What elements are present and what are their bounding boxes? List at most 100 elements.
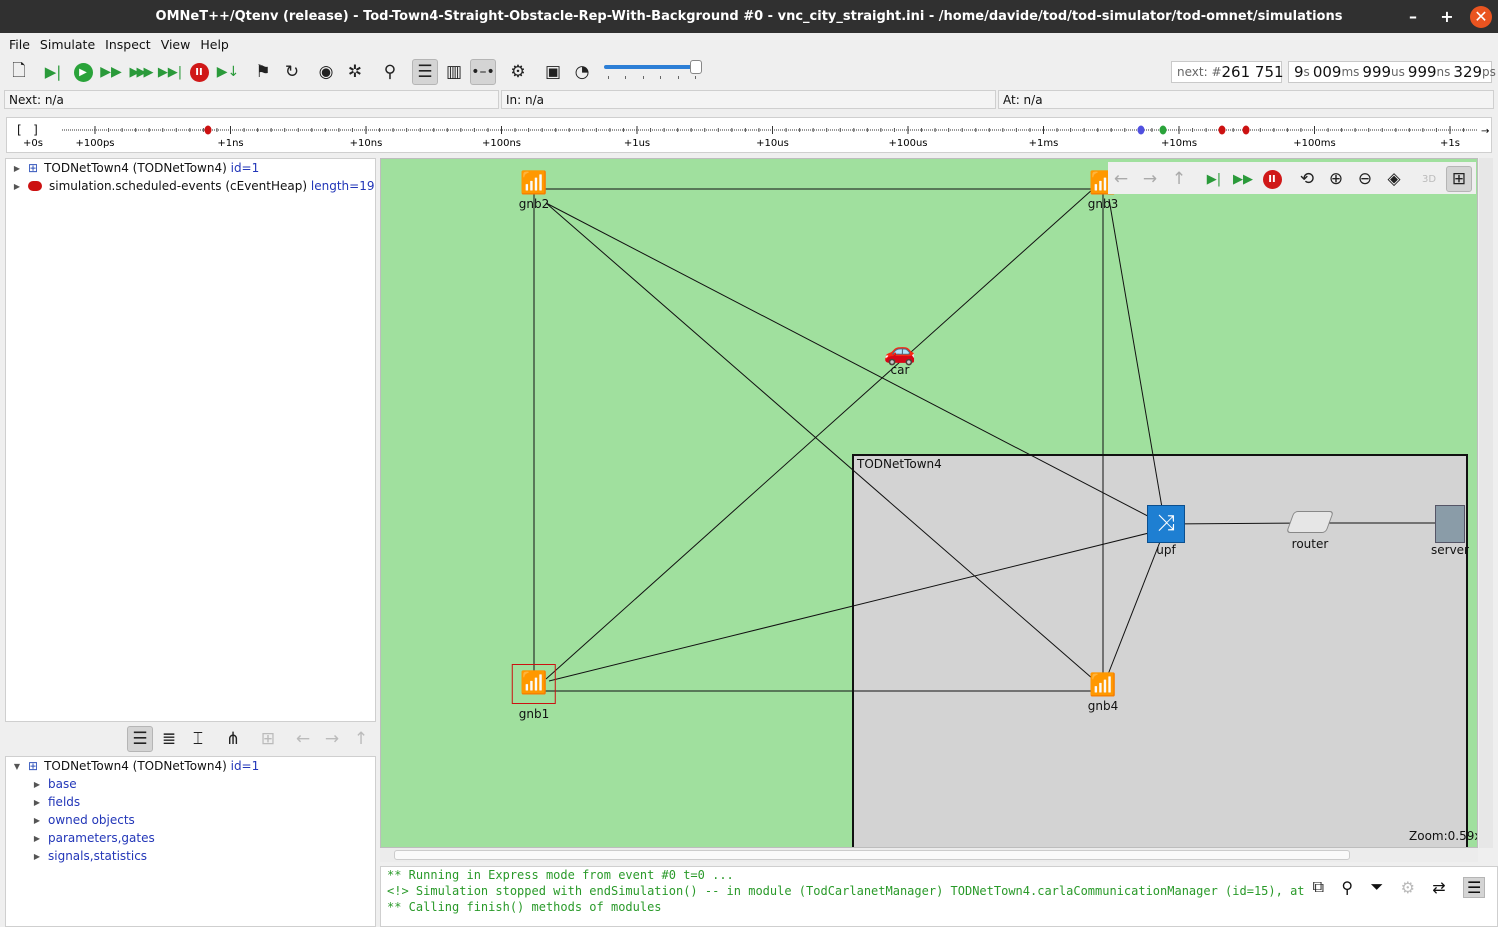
- inspector-group[interactable]: ▶ owned objects: [26, 811, 135, 829]
- inspector-group[interactable]: ▶ base: [26, 775, 77, 793]
- debug-icon[interactable]: ✲: [342, 59, 368, 85]
- menu-simulate[interactable]: Simulate: [35, 37, 100, 52]
- tree-row-network[interactable]: ▶ ⊞ TODNetTown4 (TODNetTown4) id=1: [6, 159, 259, 177]
- video-icon[interactable]: ▣: [540, 59, 566, 85]
- run-until-icon[interactable]: ▶▶|: [157, 59, 183, 85]
- in-field: In: n/a: [501, 90, 996, 109]
- back-icon[interactable]: ←: [290, 726, 316, 752]
- expand-arrow-icon[interactable]: ▶: [26, 798, 48, 807]
- expand-arrow-icon[interactable]: ▶: [6, 182, 28, 191]
- layout-toggle-icon[interactable]: •–•: [470, 59, 496, 85]
- finish-flag-icon[interactable]: ⚑: [250, 59, 276, 85]
- filter-icon[interactable]: ⏷: [1370, 877, 1383, 897]
- animation-speed-slider[interactable]: [604, 60, 702, 84]
- minimize-button[interactable]: –: [1402, 6, 1424, 28]
- menu-view[interactable]: View: [156, 37, 196, 52]
- event-number-display: next: #261 751: [1171, 61, 1284, 83]
- timeline-tick-label: +100us: [888, 138, 927, 149]
- stop-icon[interactable]: II: [186, 59, 212, 85]
- up-icon[interactable]: ↑: [348, 726, 374, 752]
- maximize-button[interactable]: +: [1436, 6, 1458, 28]
- inspector-group[interactable]: ▶ parameters,gates: [26, 829, 155, 847]
- window-titlebar: OMNeT++/Qtenv (release) - Tod-Town4-Stra…: [0, 0, 1498, 33]
- server-node[interactable]: server: [1431, 505, 1469, 557]
- car-node[interactable]: 🚗 car: [884, 337, 916, 377]
- menu-file[interactable]: File: [4, 37, 35, 52]
- find-icon[interactable]: ⚲: [1341, 878, 1353, 897]
- timeline-toggle-icon[interactable]: ☰: [412, 59, 438, 85]
- expand-arrow-icon[interactable]: ▶: [26, 852, 48, 861]
- flat-mode-icon[interactable]: ≣: [156, 726, 182, 752]
- messages-mode-icon[interactable]: ⇄: [1432, 878, 1445, 897]
- window-title: OMNeT++/Qtenv (release) - Tod-Town4-Stra…: [155, 9, 1343, 24]
- settings-icon[interactable]: ⚙: [1401, 878, 1415, 897]
- timeline-event-marker: [1137, 125, 1145, 135]
- timeline-event-marker: [1242, 125, 1250, 135]
- expand-arrow-icon[interactable]: ▶: [26, 834, 48, 843]
- inspector-group[interactable]: ▶ signals,statistics: [26, 847, 147, 865]
- children-mode-icon[interactable]: ☰: [127, 726, 153, 752]
- upf-node[interactable]: ⤨ upf: [1147, 505, 1185, 557]
- expand-arrow-icon[interactable]: ▶: [6, 164, 28, 173]
- grouped-mode-icon[interactable]: ⌶: [185, 726, 211, 752]
- network-canvas[interactable]: 📶 gnb2 📶 gnb3 📶 gnb1 📶 gnb4 🚗 car ⤨ upf …: [380, 158, 1478, 848]
- inspector-toolbar: ☰ ≣ ⌶ ⋔ ⊞ ← → ↑: [5, 726, 376, 754]
- log-mode-icon[interactable]: ☰: [1462, 876, 1486, 898]
- collapse-arrow-icon[interactable]: ▼: [6, 762, 28, 771]
- router-node[interactable]: router: [1285, 507, 1335, 551]
- module-title: TODNetTown4: [857, 457, 942, 471]
- settings-icon[interactable]: ⚙: [505, 59, 531, 85]
- stop-icon[interactable]: II: [1259, 166, 1285, 192]
- new-file-icon[interactable]: 🗋: [6, 59, 32, 85]
- tree-row-event-heap[interactable]: ▶ simulation.scheduled-events (cEventHea…: [6, 177, 375, 195]
- timeline-event-marker: [1218, 125, 1226, 135]
- timeline-tick-label: +1ns: [217, 138, 243, 149]
- run-in-module-icon[interactable]: ▶▶: [1230, 166, 1256, 192]
- gnb1-node[interactable]: 📶 gnb1: [511, 664, 557, 721]
- zoom-in-icon[interactable]: ⊕: [1323, 166, 1349, 192]
- find-icon[interactable]: ⚲: [377, 59, 403, 85]
- gnb4-node[interactable]: 📶 gnb4: [1088, 673, 1118, 713]
- run-icon[interactable]: ▶: [70, 59, 96, 85]
- 3d-icon[interactable]: 3D: [1416, 166, 1442, 192]
- object-tree-panel: ▶ ⊞ TODNetTown4 (TODNetTown4) id=1 ▶ sim…: [5, 158, 376, 722]
- up-icon[interactable]: ↑: [1166, 166, 1192, 192]
- close-button[interactable]: ✕: [1470, 6, 1492, 28]
- express-run-icon[interactable]: ▶▶▶: [127, 59, 154, 85]
- fast-run-icon[interactable]: ▶▶: [98, 59, 124, 85]
- record-icon[interactable]: ◉: [313, 59, 339, 85]
- layers-icon[interactable]: ◈: [1381, 166, 1407, 192]
- forward-icon[interactable]: →: [1137, 166, 1163, 192]
- relayout-icon[interactable]: ⟲: [1294, 166, 1320, 192]
- back-icon[interactable]: ←: [1108, 166, 1134, 192]
- inheritance-mode-icon[interactable]: ⋔: [220, 726, 246, 752]
- gnb2-node[interactable]: 📶 gnb2: [519, 171, 549, 211]
- inspector-toggle-icon[interactable]: ▥: [441, 59, 467, 85]
- step-in-module-icon[interactable]: ▶|: [1201, 166, 1227, 192]
- scroll-thumb[interactable]: [394, 850, 1350, 860]
- event-heap-icon: [28, 181, 42, 191]
- inspector-group[interactable]: ▶ fields: [26, 793, 80, 811]
- menu-help[interactable]: Help: [195, 37, 234, 52]
- horizontal-scrollbar[interactable]: [380, 848, 1478, 862]
- step-icon[interactable]: ▶|: [40, 59, 66, 85]
- antenna-icon: 📶: [520, 171, 548, 196]
- layout-icon[interactable]: ⊞: [255, 726, 281, 752]
- expand-arrow-icon[interactable]: ▶: [26, 816, 48, 825]
- expand-arrow-icon[interactable]: ▶: [26, 780, 48, 789]
- copy-icon[interactable]: ⧉: [1313, 877, 1324, 897]
- rebuild-icon[interactable]: ↻: [279, 59, 305, 85]
- debug-next-icon[interactable]: ▶↓: [215, 59, 241, 85]
- inspector-root[interactable]: ▼ ⊞ TODNetTown4 (TODNetTown4) id=1: [6, 757, 259, 775]
- menu-inspect[interactable]: Inspect: [100, 37, 156, 52]
- forward-icon[interactable]: →: [319, 726, 345, 752]
- slider-fill: [604, 65, 692, 69]
- sim-time-value: 999: [1362, 63, 1392, 81]
- zoom-out-icon[interactable]: ⊖: [1352, 166, 1378, 192]
- vertical-scrollbar[interactable]: [1479, 158, 1493, 848]
- slider-handle[interactable]: [690, 60, 702, 74]
- event-timeline[interactable]: [ ] +0s +100ps +1ns +10ns +100ns +1us +10us +10…: [6, 117, 1492, 153]
- timeline-tick-label: +10ns: [350, 138, 383, 149]
- animation-speed-icon[interactable]: ◔: [569, 59, 595, 85]
- canvas-mode-icon[interactable]: ⊞: [1446, 166, 1472, 192]
